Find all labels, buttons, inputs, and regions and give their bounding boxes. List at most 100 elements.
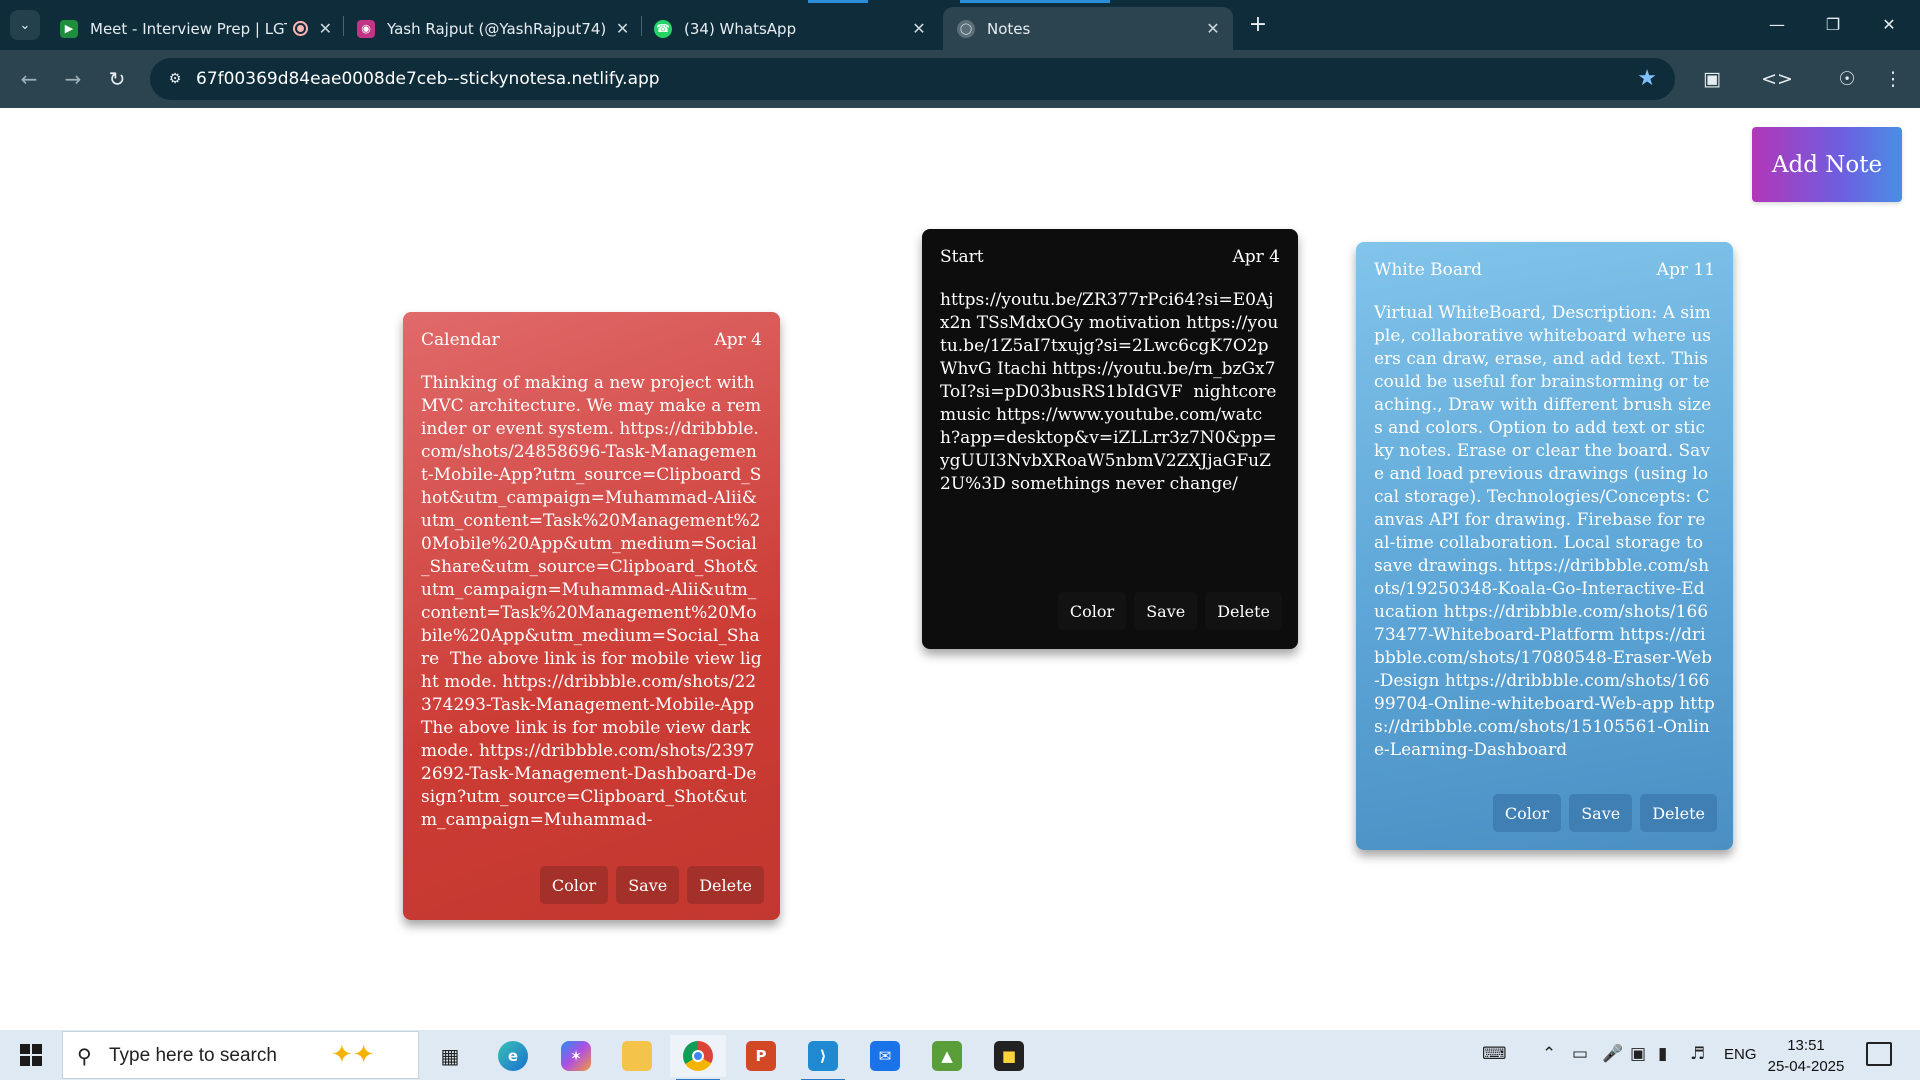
delete-button[interactable]: Delete: [687, 866, 764, 904]
browser-tab-strip: ⌄ ▶ Meet - Interview Prep | LGT ✕ ◉ Yash…: [0, 0, 1920, 50]
note-header: White Board Apr 11: [1374, 260, 1715, 280]
mail-icon: ✉: [870, 1041, 900, 1071]
edge-icon: e: [498, 1041, 528, 1071]
note-actions: Color Save Delete: [1057, 592, 1282, 630]
note-date: Apr 11: [1656, 260, 1715, 280]
tab-search-button[interactable]: ⌄: [10, 10, 40, 40]
notification-center-icon[interactable]: [1866, 1042, 1892, 1066]
clock-date: 25-04-2025: [1767, 1058, 1845, 1075]
color-button[interactable]: Color: [1057, 592, 1127, 630]
tab-instagram[interactable]: ◉ Yash Rajput (@YashRajput74) • ✕: [357, 7, 632, 50]
tab-whatsapp[interactable]: ☎ (34) WhatsApp ✕: [654, 7, 929, 50]
save-button[interactable]: Save: [1134, 592, 1198, 630]
windows-logo-icon: [20, 1044, 42, 1066]
recording-icon: [292, 21, 308, 36]
reload-button[interactable]: ↻: [102, 64, 132, 94]
delete-button[interactable]: Delete: [1640, 794, 1717, 832]
note-title[interactable]: Calendar: [421, 330, 500, 350]
copilot-button[interactable]: ✶: [548, 1035, 604, 1077]
arrow-left-icon: ←: [20, 67, 38, 91]
note-title[interactable]: White Board: [1374, 260, 1482, 280]
instagram-icon: ◉: [357, 19, 375, 38]
chevron-up-icon[interactable]: ⌃: [1542, 1044, 1556, 1064]
loading-indicator: [960, 0, 1110, 3]
microphone-icon[interactable]: 🎤: [1602, 1044, 1623, 1064]
edge-button[interactable]: e: [485, 1035, 541, 1077]
browser-toolbar: ← → ↻ ⚙ 67f00369d84eae0008de7ceb--sticky…: [0, 50, 1920, 108]
devtools-button[interactable]: <>: [1761, 64, 1793, 94]
restore-icon: ❐: [1825, 14, 1841, 34]
taskbar-search[interactable]: ⚲ Type here to search ✦✦: [62, 1031, 419, 1079]
note-body[interactable]: Virtual WhiteBoard, Description: A simpl…: [1374, 302, 1715, 790]
bookmark-star-icon[interactable]: ★: [1637, 66, 1657, 91]
note-card-start: Start Apr 4 https://youtu.be/ZR377rPci64…: [922, 229, 1298, 649]
forward-button[interactable]: →: [58, 64, 88, 94]
save-button[interactable]: Save: [616, 866, 680, 904]
photos-icon: ▲: [932, 1041, 962, 1071]
note-actions: Color Save Delete: [539, 866, 764, 904]
close-icon[interactable]: ✕: [316, 19, 335, 38]
arrow-right-icon: →: [64, 67, 82, 91]
clock[interactable]: 13:51 25-04-2025: [1766, 1035, 1846, 1077]
note-date: Apr 4: [1232, 247, 1280, 267]
sticky-notes-button[interactable]: ■: [981, 1035, 1037, 1077]
sparkle-icon: ✦✦: [331, 1040, 375, 1070]
delete-button[interactable]: Delete: [1205, 592, 1282, 630]
vscode-icon: ⟩: [808, 1041, 838, 1071]
profile-button[interactable]: ☉: [1832, 64, 1862, 94]
tab-notes[interactable]: ◯ Notes ✕: [943, 7, 1233, 50]
close-icon[interactable]: ✕: [613, 19, 632, 38]
photos-button[interactable]: ▲: [919, 1035, 975, 1077]
google-meet-icon: ▶: [60, 19, 78, 38]
task-view-button[interactable]: ▦: [422, 1035, 478, 1077]
new-tab-button[interactable]: +: [1244, 10, 1272, 38]
camera-icon[interactable]: ▣: [1630, 1044, 1646, 1064]
close-window-button[interactable]: ✕: [1866, 6, 1912, 42]
tab-divider: [343, 16, 344, 36]
url-text[interactable]: 67f00369d84eae0008de7ceb--stickynotesa.n…: [196, 69, 660, 89]
file-explorer-button[interactable]: [609, 1035, 665, 1077]
search-placeholder: Type here to search: [109, 1045, 277, 1066]
mail-button[interactable]: ✉: [857, 1035, 913, 1077]
chrome-button[interactable]: [670, 1035, 726, 1080]
windows-taskbar: ⚲ Type here to search ✦✦ ▦ e ✶ P ⟩ ✉ ▲ ■…: [0, 1030, 1920, 1080]
note-actions: Color Save Delete: [1492, 794, 1717, 832]
clock-time: 13:51: [1787, 1037, 1825, 1054]
close-icon[interactable]: ✕: [1203, 19, 1223, 38]
save-button[interactable]: Save: [1569, 794, 1633, 832]
note-header: Start Apr 4: [940, 247, 1280, 267]
powerpoint-button[interactable]: P: [733, 1035, 789, 1077]
keyboard-icon[interactable]: ⌨: [1482, 1044, 1507, 1064]
network-icon[interactable]: ▭: [1572, 1044, 1588, 1064]
address-bar[interactable]: ⚙ 67f00369d84eae0008de7ceb--stickynotesa…: [150, 58, 1675, 100]
site-info-icon[interactable]: ⚙: [164, 68, 186, 90]
restore-button[interactable]: ❐: [1810, 6, 1856, 42]
vscode-button[interactable]: ⟩: [795, 1035, 851, 1080]
tab-title: Yash Rajput (@YashRajput74) •: [387, 19, 606, 38]
powerpoint-icon: P: [746, 1041, 776, 1071]
add-note-button[interactable]: Add Note: [1752, 127, 1902, 202]
color-button[interactable]: Color: [539, 866, 609, 904]
note-body[interactable]: https://youtu.be/ZR377rPci64?si=E0Ajx2n …: [940, 289, 1280, 529]
whatsapp-icon: ☎: [654, 19, 672, 38]
back-button[interactable]: ←: [14, 64, 44, 94]
close-icon[interactable]: ✕: [909, 19, 929, 38]
battery-icon[interactable]: ▮: [1658, 1044, 1667, 1064]
globe-icon: ◯: [957, 19, 975, 38]
start-button[interactable]: [10, 1038, 52, 1072]
sticky-notes-icon: ■: [994, 1041, 1024, 1071]
language-indicator[interactable]: ENG: [1724, 1046, 1757, 1063]
note-title[interactable]: Start: [940, 247, 984, 267]
color-button[interactable]: Color: [1492, 794, 1562, 832]
menu-button[interactable]: ⋮: [1878, 64, 1908, 94]
note-body[interactable]: Thinking of making a new project with MV…: [421, 372, 762, 860]
minimize-button[interactable]: —: [1754, 6, 1800, 42]
tab-meet[interactable]: ▶ Meet - Interview Prep | LGT ✕: [60, 7, 335, 50]
extensions-button[interactable]: ▣: [1697, 64, 1727, 94]
volume-icon[interactable]: ♬: [1690, 1044, 1705, 1064]
chevron-down-icon: ⌄: [19, 17, 31, 33]
note-date: Apr 4: [714, 330, 762, 350]
account-icon: ☉: [1838, 68, 1856, 90]
note-header: Calendar Apr 4: [421, 330, 762, 350]
chrome-icon: [683, 1041, 713, 1071]
